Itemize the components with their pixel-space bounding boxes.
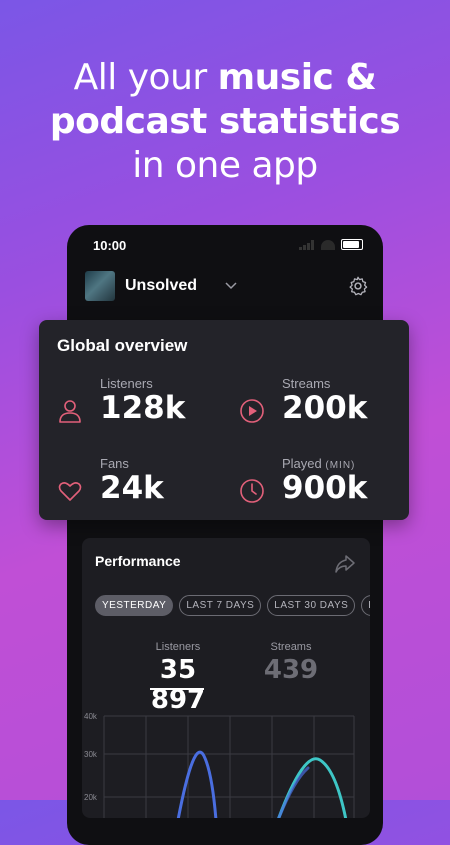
status-time: 10:00 [93,238,127,253]
metric-value: 439 [263,655,319,685]
status-bar: 10:00 [93,235,363,255]
headline-part3: in one app [132,145,318,186]
date-range-chips: YESTERDAY LAST 7 DAYS LAST 30 DAYS LAS [95,595,370,616]
artist-title[interactable]: Unsolved [125,277,197,295]
wifi-icon [321,239,335,250]
share-icon[interactable] [334,554,356,574]
metric-label: Streams [270,641,312,653]
y-tick-label: 30k [84,750,98,759]
stat-value: 128k [100,390,186,426]
metric-label: Listeners [155,641,201,653]
clock-icon [240,479,264,503]
stat-fans: Fans 24k [57,456,217,516]
stat-label: Fans [100,456,129,471]
y-tick-label: 20k [84,793,98,802]
stat-streams: Streams 200k [239,376,399,436]
headline: All your music & podcast statistics in o… [0,56,450,188]
performance-chart: 40k 30k 20k [84,712,355,818]
headline-part1: All your [73,57,218,98]
stat-label: Streams [282,376,331,391]
chip-yesterday[interactable]: YESTERDAY [95,595,174,616]
signal-icon [299,239,315,250]
global-overview-title: Global overview [57,336,188,355]
chip-last-7-days[interactable]: LAST 7 DAYS [179,595,262,616]
stat-value: 24k [100,470,164,506]
album-thumbnail[interactable] [85,271,115,301]
stat-label: Played (MIN) [282,456,355,471]
stat-value: 900k [282,470,368,506]
headline-bold2: podcast statistics [49,101,401,142]
chart-grid [103,715,355,818]
app-header: Unsolved [85,271,369,303]
chart-line-series-1 [176,750,218,818]
person-icon [59,400,81,423]
stat-value: 200k [282,390,368,426]
status-icons [299,239,363,250]
active-metric-underline [150,688,204,690]
headline-bold1: music & [217,57,377,98]
stat-listeners: Listeners 128k [57,376,217,436]
stat-played: Played (MIN) 900k [239,456,399,516]
stat-label-text: Played [282,456,322,471]
battery-icon [341,239,363,250]
chip-truncated[interactable]: LAS [361,595,370,616]
chevron-down-icon[interactable] [223,277,239,293]
gear-icon[interactable] [347,275,369,297]
chart-line-series-2 [277,757,348,818]
performance-title: Performance [95,553,181,569]
metric-value: 35 897 [150,655,206,715]
chart-line-series-2b [277,766,310,818]
heart-icon [58,482,82,501]
stat-label: Listeners [100,376,153,391]
performance-card: Performance YESTERDAY LAST 7 DAYS LAST 3… [82,538,370,818]
global-overview-card: Global overview Listeners 128k Streams 2… [39,320,409,520]
chip-last-30-days[interactable]: LAST 30 DAYS [267,595,356,616]
metric-streams[interactable]: Streams 439 [254,641,328,685]
y-tick-label: 40k [84,712,98,721]
play-icon [240,399,264,423]
metric-listeners[interactable]: Listeners 35 897 [130,641,226,715]
